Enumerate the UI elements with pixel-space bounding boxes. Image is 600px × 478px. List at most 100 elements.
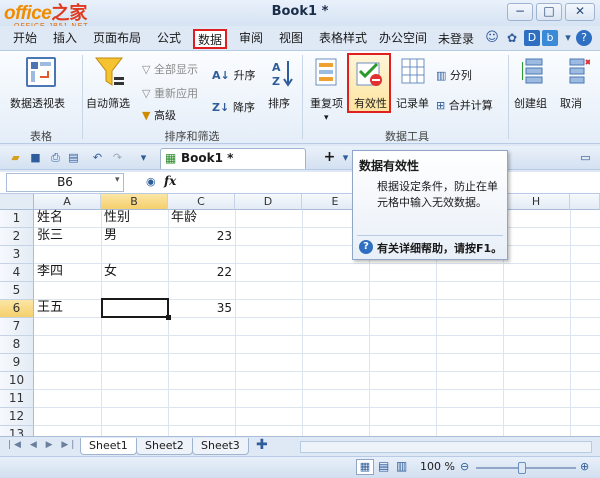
undo-icon[interactable]: ↶ — [90, 150, 105, 165]
tab-data[interactable]: 数据 — [193, 29, 228, 49]
restore-pane-icon[interactable]: ▭ — [578, 150, 593, 165]
sheet-nav-arrows-icon[interactable]: |◀ ◀ ▶ ▶| — [8, 440, 77, 450]
zoom-out-icon[interactable]: ⊖ — [460, 460, 469, 473]
zoom-fx-icon[interactable]: ◉ — [146, 175, 156, 188]
column-header-c[interactable]: C — [168, 194, 235, 210]
advanced-filter-button[interactable]: ▼ 高级 — [142, 107, 176, 123]
cell-b2[interactable]: 男 — [101, 227, 168, 245]
tab-insert[interactable]: 插入 — [50, 29, 80, 49]
sort-ascending-button[interactable]: A↓ 升序 — [212, 67, 256, 83]
redo-icon[interactable]: ↷ — [110, 150, 125, 165]
add-sheet-icon[interactable]: ✚ — [256, 437, 268, 453]
records-icon[interactable] — [400, 57, 426, 90]
zoom-slider-thumb[interactable] — [518, 462, 526, 474]
cell-c1[interactable]: 年龄 — [168, 209, 235, 227]
tab-table-style[interactable]: 表格样式 — [316, 29, 370, 49]
duplicates-dropdown-icon[interactable]: ▾ — [324, 113, 329, 123]
page-break-view-icon[interactable]: ▥ — [396, 459, 407, 473]
close-button[interactable]: ✕ — [565, 3, 595, 21]
tab-page-layout[interactable]: 页面布局 — [90, 29, 144, 49]
zoom-level[interactable]: 100 % — [420, 460, 455, 473]
pivot-table-icon[interactable] — [26, 57, 56, 87]
name-box-dropdown-icon[interactable]: ▾ — [115, 175, 120, 185]
create-group-button[interactable]: 创建组 — [514, 95, 547, 111]
cell-a1[interactable]: 姓名 — [34, 209, 101, 227]
ungroup-button[interactable]: 取消 — [560, 95, 582, 111]
zoom-in-icon[interactable]: ⊕ — [580, 460, 589, 473]
sheet-tab-1[interactable]: Sheet1 — [80, 438, 137, 455]
sort-descending-button[interactable]: Z↓ 降序 — [212, 99, 255, 115]
row-header[interactable]: 9 — [0, 354, 34, 372]
auto-filter-button[interactable]: 自动筛选 — [86, 95, 130, 111]
tab-office-space[interactable]: 办公空间 — [376, 29, 430, 49]
sheet-tab-3[interactable]: Sheet3 — [192, 438, 249, 455]
cell-c6[interactable]: 35 — [168, 299, 235, 317]
tab-home[interactable]: 开始 — [10, 29, 40, 49]
row-header[interactable]: 10 — [0, 372, 34, 390]
cell-a2[interactable]: 张三 — [34, 227, 101, 245]
cell-c4[interactable]: 22 — [168, 263, 235, 281]
row-header[interactable]: 3 — [0, 246, 34, 264]
row-header[interactable]: 5 — [0, 282, 34, 300]
cell-b1[interactable]: 性别 — [101, 209, 168, 227]
open-folder-icon[interactable]: ▰ — [8, 150, 23, 165]
data-validation-button[interactable]: 有效性 — [347, 53, 391, 113]
column-header-d[interactable]: D — [235, 194, 302, 210]
cell-a6[interactable]: 王五 — [34, 299, 101, 317]
funnel-icon[interactable] — [94, 55, 126, 92]
tab-formulas[interactable]: 公式 — [154, 29, 184, 49]
row-header[interactable]: 4 — [0, 264, 34, 282]
column-header-b[interactable]: B — [101, 194, 168, 210]
sort-button[interactable]: 排序 — [268, 95, 290, 111]
cell-b4[interactable]: 女 — [101, 263, 168, 281]
row-header[interactable]: 7 — [0, 318, 34, 336]
row-header[interactable]: 12 — [0, 408, 34, 426]
duplicates-button[interactable]: 重复项 — [310, 95, 343, 111]
minimize-button[interactable]: − — [507, 3, 533, 21]
formula-input[interactable] — [180, 173, 352, 192]
document-tab[interactable]: ▦ Book1 * — [160, 148, 306, 169]
print-icon[interactable]: ⎙ — [48, 150, 63, 165]
save-icon[interactable]: ■ — [28, 150, 43, 165]
tab-view[interactable]: 视图 — [276, 29, 306, 49]
row-header[interactable]: 13 — [0, 426, 34, 436]
duplicates-icon[interactable] — [314, 57, 340, 90]
horizontal-scrollbar[interactable] — [300, 441, 592, 453]
selected-cell-b6[interactable] — [101, 298, 169, 318]
tab-review[interactable]: 审阅 — [236, 29, 266, 49]
skin-icon[interactable]: ☺ — [484, 30, 500, 46]
reapply-button[interactable]: ▽ 重新应用 — [142, 85, 198, 101]
login-status[interactable]: 未登录 — [438, 30, 474, 47]
sheet-tab-2[interactable]: Sheet2 — [136, 438, 193, 455]
merge-calc-button[interactable]: ⊞ 合并计算 — [436, 97, 493, 113]
shirt-icon[interactable]: ✿ — [504, 30, 520, 46]
toolbar-dropdown-icon[interactable]: ▾ — [136, 150, 151, 165]
column-header-overflow[interactable] — [570, 194, 600, 210]
create-group-icon[interactable] — [521, 57, 546, 90]
d-icon[interactable]: D — [524, 30, 540, 46]
help-icon[interactable]: ? — [576, 30, 592, 46]
row-header[interactable]: 11 — [0, 390, 34, 408]
tab-list-icon[interactable]: ▾ — [338, 150, 353, 165]
split-column-button[interactable]: ▥ 分列 — [436, 67, 472, 83]
row-header[interactable]: 2 — [0, 228, 34, 246]
dropdown-icon[interactable]: ▾ — [560, 30, 576, 46]
row-header[interactable]: 1 — [0, 210, 34, 228]
cell-a4[interactable]: 李四 — [34, 263, 101, 281]
fill-handle[interactable] — [166, 315, 171, 320]
ungroup-icon[interactable] — [566, 57, 591, 90]
row-header[interactable]: 8 — [0, 336, 34, 354]
name-box[interactable]: B6 — [6, 173, 124, 192]
maximize-button[interactable]: □ — [536, 3, 562, 21]
select-all-corner[interactable] — [0, 194, 34, 210]
sort-az-icon[interactable]: AZ — [268, 57, 296, 89]
row-header-selected[interactable]: 6 — [0, 300, 34, 318]
b-icon[interactable]: b — [542, 30, 558, 46]
normal-view-icon[interactable]: ▦ — [356, 459, 374, 475]
column-header-h[interactable]: H — [503, 194, 570, 210]
pivot-table-button[interactable]: 数据透视表 — [10, 95, 65, 111]
cell-c2[interactable]: 23 — [168, 227, 235, 245]
insert-function-icon[interactable]: fx — [164, 174, 176, 188]
zoom-slider[interactable] — [476, 467, 576, 469]
page-layout-view-icon[interactable]: ▤ — [378, 459, 389, 473]
